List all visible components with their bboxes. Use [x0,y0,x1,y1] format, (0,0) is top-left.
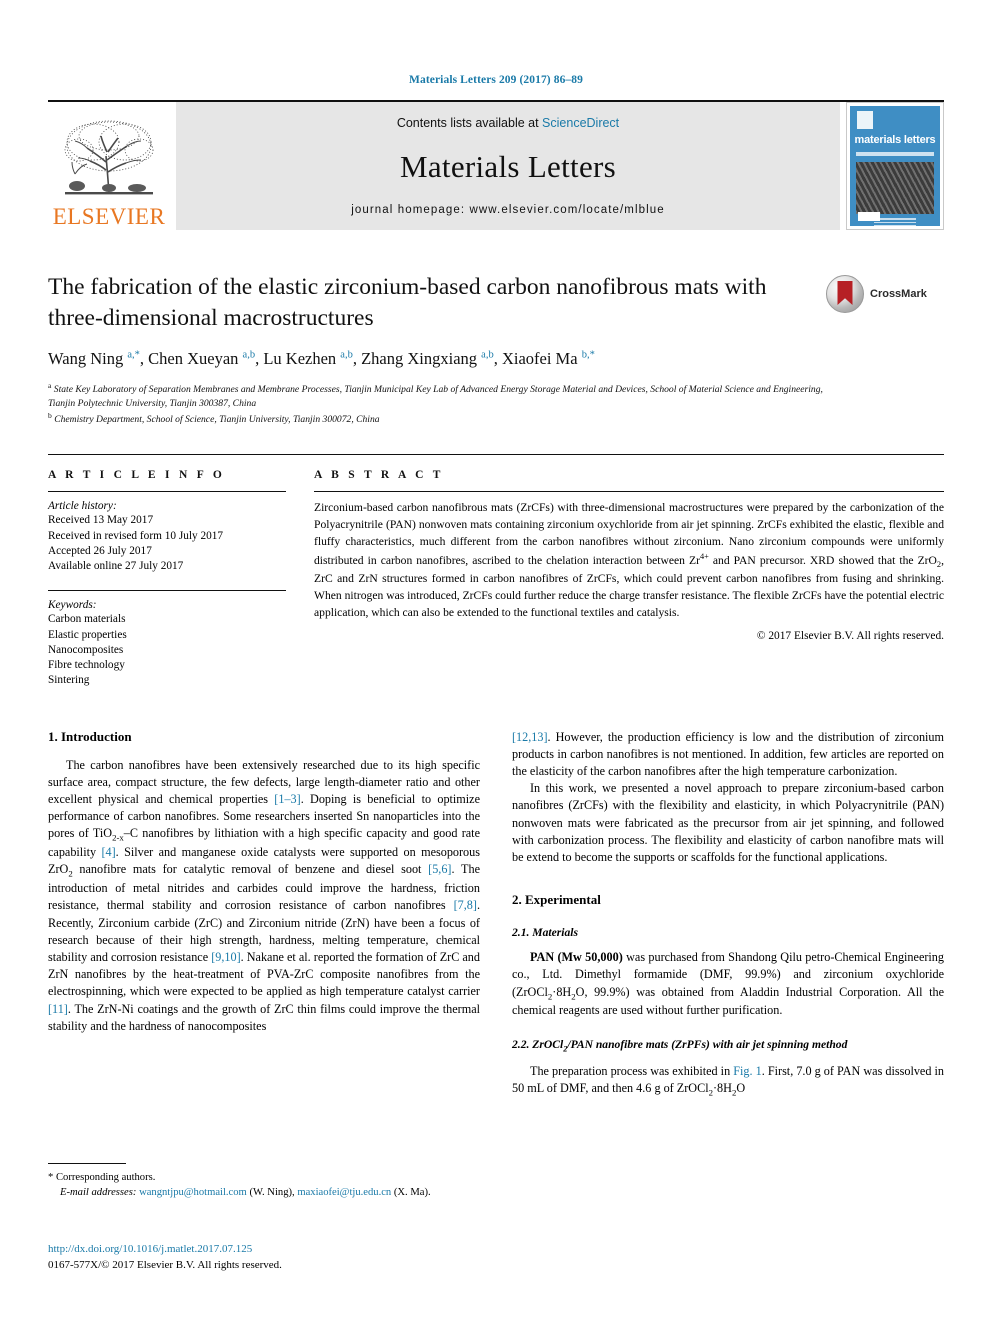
affiliation-a: a State Key Laboratory of Separation Mem… [48,381,823,409]
keyword-item: Carbon materials [48,613,126,626]
subsection-heading-spinning: 2.2. ZrOCl2/PAN nanofibre mats (ZrPFs) w… [512,1037,848,1053]
divider [314,491,944,493]
materials-paragraph: PAN (Mw 50,000) was purchased from Shand… [512,950,944,1018]
doi-link[interactable]: http://dx.doi.org/10.1016/j.matlet.2017.… [48,1242,480,1258]
article-info-heading: A R T I C L E I N F O [48,469,226,482]
body-column-left: 1. Introduction The carbon nanofibres ha… [48,729,480,1099]
history-item: Available online 27 July 2017 [48,560,184,573]
subsection-heading-materials: 2.1. Materials [512,926,579,940]
history-item: Accepted 26 July 2017 [48,544,152,557]
email-addresses-note: E-mail addresses: wangntjpu@hotmail.com … [48,1185,480,1200]
keyword-item: Elastic properties [48,628,127,641]
cover-band [856,152,934,156]
divider [48,491,286,493]
keywords-block: Keywords: Carbon materials Elastic prope… [48,590,286,688]
affiliation-a-text: State Key Laboratory of Separation Membr… [48,384,823,409]
footnote-block: * Corresponding authors. E-mail addresse… [48,1163,480,1201]
journal-masthead: ELSEVIER Contents lists available at Sci… [48,100,944,230]
author-list: Wang Ning a,*, Chen Xueyan a,b, Lu Kezhe… [48,349,595,369]
elsevier-wordmark: ELSEVIER [52,204,166,229]
keywords-label: Keywords: [48,599,97,612]
keyword-item: Fibre technology [48,659,125,672]
title-block: The fabrication of the elastic zirconium… [48,272,944,426]
affiliation-b: b Chemistry Department, School of Scienc… [48,410,380,425]
corresponding-authors-note: * Corresponding authors. [48,1170,480,1185]
history-item: Received 13 May 2017 [48,514,154,527]
crossmark-icon [826,275,864,313]
elsevier-tree-icon [64,120,154,195]
journal-cover-thumbnail: materials letters [846,102,944,230]
info-abstract-region: A R T I C L E I N F O Article history: R… [48,454,944,688]
masthead-center: Contents lists available at ScienceDirec… [176,102,840,230]
intro-paragraph-2: In this work, we presented a novel appro… [512,781,944,864]
journal-homepage[interactable]: journal homepage: www.elsevier.com/locat… [351,204,665,216]
email-owner-1: (W. Ning), [249,1187,295,1199]
cover-elsevier-icon [857,111,873,129]
section-heading-experimental: 2. Experimental [512,892,601,908]
history-item: Received in revised form 10 July 2017 [48,529,224,542]
affiliations: a State Key Laboratory of Separation Mem… [48,381,824,426]
crossmark-badge[interactable]: CrossMark [826,274,944,314]
email-link-2[interactable]: maxiaofei@tju.edu.cn [297,1187,391,1198]
spinning-paragraph: The preparation process was exhibited in… [512,1063,944,1098]
intro-paragraph-1-continued: [12,13]. However, the production efficie… [512,729,944,778]
keyword-item: Nanocomposites [48,643,124,656]
article-history-label: Article history: [48,500,117,513]
contents-available-line: Contents lists available at ScienceDirec… [397,116,619,130]
corresponding-text: Corresponding authors. [55,1172,156,1183]
cover-title: materials letters [854,134,936,146]
corresponding-marker: * [48,1172,54,1183]
doi-block: http://dx.doi.org/10.1016/j.matlet.2017.… [48,1242,480,1274]
cover-micrograph-image [856,162,934,214]
footnote-divider [48,1163,126,1164]
journal-title: Materials Letters [400,149,616,184]
elsevier-logo: ELSEVIER [48,102,170,230]
contents-prefix: Contents lists available at [396,116,543,130]
body-column-right: [12,13]. However, the production efficie… [512,729,944,1099]
email-label: E-mail addresses: [60,1187,137,1199]
issn-copyright-line: 0167-577X/© 2017 Elsevier B.V. All right… [48,1258,282,1271]
cover-footer-block [858,212,880,221]
email-owner-2: (X. Ma). [393,1187,431,1199]
section-heading-introduction: 1. Introduction [48,728,132,744]
abstract-copyright: © 2017 Elsevier B.V. All rights reserved… [756,630,944,643]
running-head: Materials Letters 209 (2017) 86–89 [409,74,583,86]
email-link-1[interactable]: wangntjpu@hotmail.com [139,1187,247,1198]
paper-page: Materials Letters 209 (2017) 86–89 ELSEV… [0,0,992,1323]
keyword-item: Sintering [48,674,90,687]
affiliation-b-text: Chemistry Department, School of Science,… [54,413,380,425]
abstract-heading: A B S T R A C T [314,469,444,482]
abstract-column: A B S T R A C T Zirconium-based carbon n… [314,469,944,688]
sciencedirect-link[interactable]: ScienceDirect [542,116,619,130]
crossmark-label: CrossMark [870,288,927,300]
intro-paragraph-1: The carbon nanofibres have been extensiv… [48,757,480,1033]
body-region: 1. Introduction The carbon nanofibres ha… [48,729,944,1099]
article-info-column: A R T I C L E I N F O Article history: R… [48,469,286,688]
page-title: The fabrication of the elastic zirconium… [48,274,767,331]
abstract-text: Zirconium-based carbon nanofibrous mats … [314,501,944,619]
